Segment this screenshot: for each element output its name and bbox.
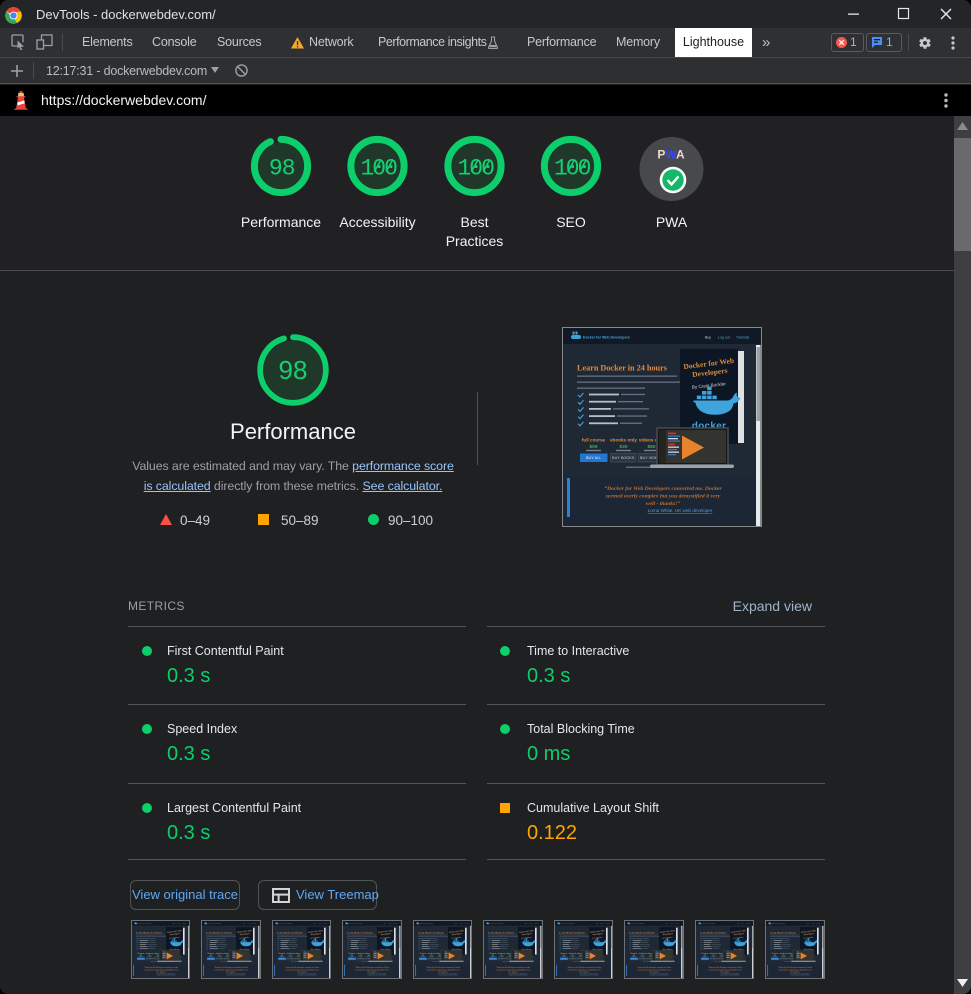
svg-text:100: 100 <box>554 156 591 182</box>
svg-text:100: 100 <box>360 156 397 182</box>
svg-text:100: 100 <box>457 156 494 182</box>
svg-text:98: 98 <box>279 355 308 385</box>
svg-text:98: 98 <box>269 156 295 182</box>
svg-text:PWA: PWA <box>657 148 685 162</box>
